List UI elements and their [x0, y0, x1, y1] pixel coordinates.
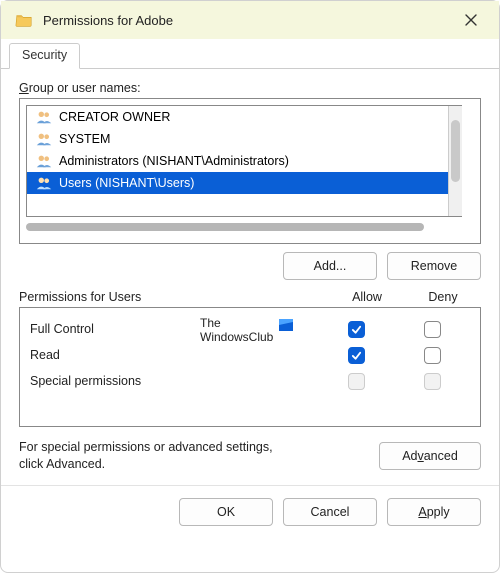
list-item-label: Users (NISHANT\Users) [59, 176, 194, 190]
list-item[interactable]: CREATOR OWNER [27, 106, 448, 128]
add-button[interactable]: Add... [283, 252, 377, 280]
group-buttons: Add... Remove [19, 252, 481, 280]
permission-row: Special permissions [30, 368, 470, 394]
folder-icon [15, 11, 33, 29]
permission-name: Full Control [30, 322, 318, 336]
ok-button[interactable]: OK [179, 498, 273, 526]
allow-checkbox [348, 373, 365, 390]
advanced-button[interactable]: Advanced [379, 442, 481, 470]
permission-name: Read [30, 348, 318, 362]
dialog-footer: OK Cancel Apply [1, 485, 499, 538]
tab-strip: Security [1, 39, 499, 69]
scrollbar-thumb[interactable] [451, 120, 460, 182]
permission-row: Full Control [30, 316, 470, 342]
people-icon [35, 153, 53, 169]
apply-button[interactable]: Apply [387, 498, 481, 526]
titlebar: Permissions for Adobe [1, 1, 499, 39]
advanced-text: For special permissions or advanced sett… [19, 439, 365, 473]
advanced-row: For special permissions or advanced sett… [19, 439, 481, 473]
deny-checkbox [424, 373, 441, 390]
window-title: Permissions for Adobe [43, 13, 451, 28]
remove-button[interactable]: Remove [387, 252, 481, 280]
people-icon [35, 131, 53, 147]
deny-column-header: Deny [405, 290, 481, 304]
horizontal-scrollbar[interactable] [26, 223, 474, 233]
list-item[interactable]: SYSTEM [27, 128, 448, 150]
vertical-scrollbar[interactable] [448, 106, 462, 216]
people-icon [35, 109, 53, 125]
allow-checkbox[interactable] [348, 321, 365, 338]
allow-checkbox[interactable] [348, 347, 365, 364]
list-item-label: SYSTEM [59, 132, 110, 146]
list-item-label: CREATOR OWNER [59, 110, 170, 124]
deny-checkbox[interactable] [424, 321, 441, 338]
allow-column-header: Allow [329, 290, 405, 304]
deny-checkbox[interactable] [424, 347, 441, 364]
cancel-button[interactable]: Cancel [283, 498, 377, 526]
permissions-title: Permissions for Users [19, 290, 329, 304]
group-listbox-container: CREATOR OWNER SYSTEM Administrators (NIS… [19, 98, 481, 244]
close-button[interactable] [451, 5, 491, 35]
group-listbox[interactable]: CREATOR OWNER SYSTEM Administrators (NIS… [26, 105, 462, 217]
permission-name: Special permissions [30, 374, 318, 388]
people-icon [35, 175, 53, 191]
permission-row: Read [30, 342, 470, 368]
list-item-label: Administrators (NISHANT\Administrators) [59, 154, 289, 168]
permissions-header: Permissions for Users Allow Deny [19, 290, 481, 304]
list-item[interactable]: Administrators (NISHANT\Administrators) [27, 150, 448, 172]
group-label: Group or user names: [19, 81, 481, 95]
permissions-list: Full Control Read Special permissions Th… [19, 307, 481, 427]
scrollbar-thumb[interactable] [26, 223, 424, 231]
list-item[interactable]: Users (NISHANT\Users) [27, 172, 448, 194]
tab-security[interactable]: Security [9, 43, 80, 69]
